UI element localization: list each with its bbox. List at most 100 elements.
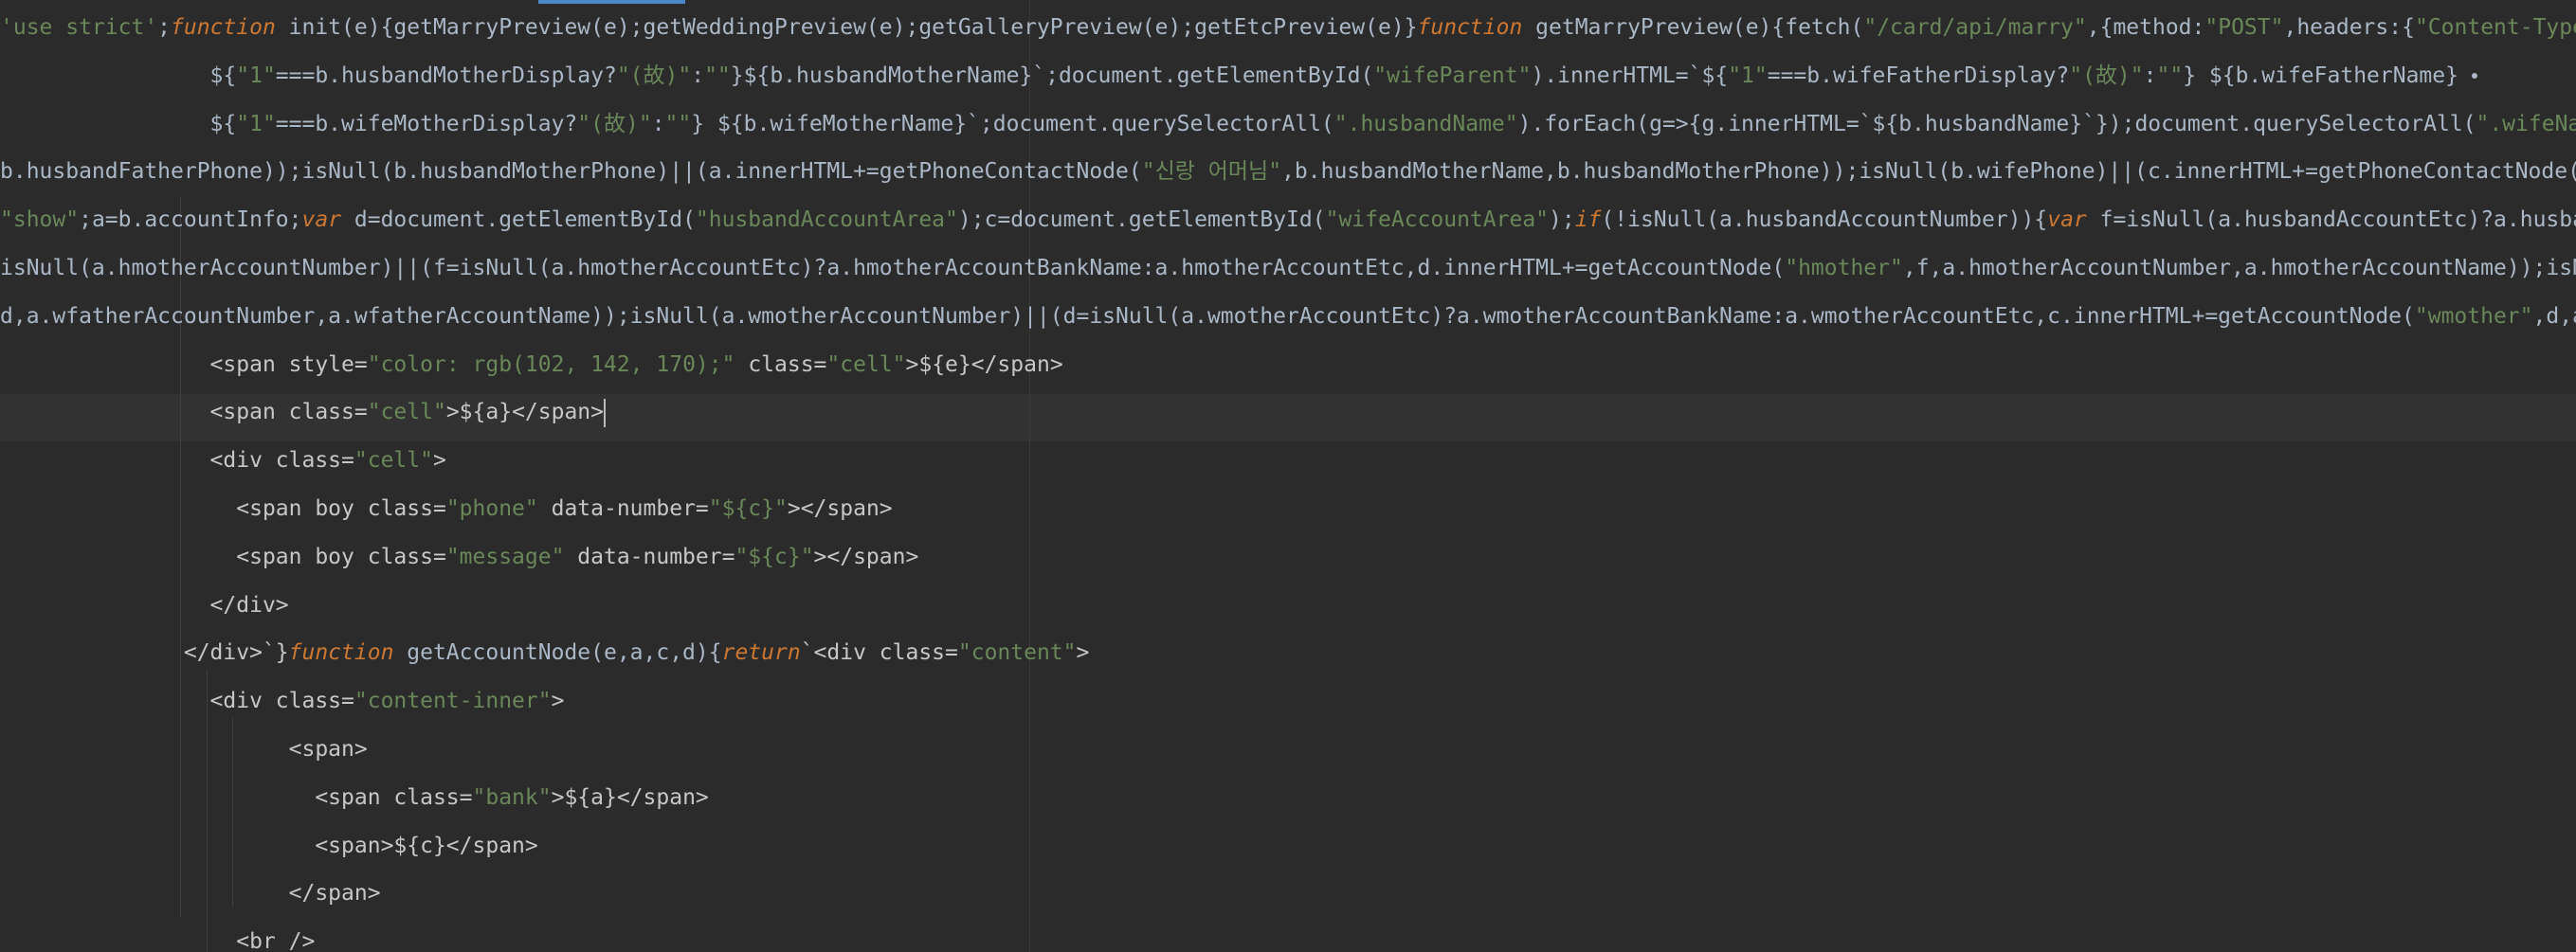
code-line[interactable]: </div>`}function getAccountNode(e,a,c,d)… <box>0 629 1090 676</box>
code-token: "wmother" <box>2414 303 2533 329</box>
code-token: `<div class= <box>800 640 958 666</box>
code-token: f=isNull(a.husbandAccountEtc)?a.husbandA <box>2086 207 2576 233</box>
code-token: ).innerHTML=`${ <box>1531 63 1729 88</box>
code-token: ".wifeName" <box>2476 111 2576 136</box>
code-token: >${a}</span> <box>551 784 709 810</box>
code-line[interactable]: </span> <box>0 870 381 917</box>
code-line[interactable]: <span class="bank">${a}</span> <box>0 774 709 821</box>
code-token: var <box>301 207 342 233</box>
code-token: } ${b.wifeMotherName}`;document.querySel… <box>691 111 1334 136</box>
code-token: init(e){getMarryPreview(e);getWeddingPre… <box>275 15 1418 40</box>
code-line[interactable]: d,a.wfatherAccountNumber,a.wfatherAccoun… <box>0 293 2576 340</box>
code-token: > <box>432 448 446 474</box>
code-token: <span> <box>0 737 368 762</box>
code-line[interactable]: <span style="color: rgb(102, 142, 170);"… <box>0 341 1063 388</box>
code-token: <span class= <box>0 784 473 810</box>
code-line[interactable]: ${"1"===b.wifeMotherDisplay?"(故)":""} ${… <box>0 100 2576 148</box>
code-line[interactable]: <span boy class="message" data-number="$… <box>0 533 918 581</box>
code-token: "" <box>704 63 731 88</box>
code-token: "show" <box>0 207 80 233</box>
code-token: "phone" <box>445 496 538 521</box>
code-token: function <box>171 15 276 40</box>
code-token: ; <box>157 15 172 40</box>
code-token: "color: rgb(102, 142, 170);" <box>367 351 735 377</box>
code-token: "content-inner" <box>354 689 552 714</box>
code-token: ${ <box>0 63 237 88</box>
code-token: 'use strict' <box>0 15 158 40</box>
code-line[interactable]: <span boy class="phone" data-number="${c… <box>0 485 893 532</box>
code-token: "wifeAccountArea" <box>1325 207 1550 233</box>
code-token: } ${b.wifeFatherName} <box>2183 63 2472 88</box>
code-token: <div class= <box>0 689 354 714</box>
code-token: function <box>1417 15 1523 40</box>
code-token: isNull(a.hmotherAccountNumber)||(f=isNul… <box>0 256 1786 280</box>
code-token: ).forEach(g=>{g.innerHTML=`${b.husbandNa… <box>1517 111 2476 136</box>
code-token: }${b.husbandMotherName}`;document.getEle… <box>730 63 1374 88</box>
code-token: </div> <box>0 592 289 618</box>
code-editor[interactable]: 'use strict';function init(e){getMarryPr… <box>0 0 2576 952</box>
code-token: data-number= <box>537 496 709 521</box>
code-token: "(故)" <box>2069 63 2144 88</box>
code-token: "/card/api/marry" <box>1863 15 2087 40</box>
code-line[interactable]: <span> <box>0 726 368 773</box>
code-token: "(故)" <box>616 63 692 88</box>
code-token: if <box>1574 207 1602 233</box>
code-token: "husbandAccountArea" <box>695 207 958 233</box>
code-token: "POST" <box>2204 15 2284 40</box>
code-token: getAccountNode(e,a,c,d){ <box>393 640 722 666</box>
code-token: "1" <box>1728 63 1768 88</box>
code-token: (!isNull(a.husbandAccountNumber)){ <box>1601 207 2048 233</box>
code-line[interactable]: "show";a=b.accountInfo;var d=document.ge… <box>0 196 2576 243</box>
code-token: >${e}</span> <box>905 351 1063 377</box>
code-line[interactable]: isNull(a.hmotherAccountNumber)||(f=isNul… <box>0 244 2576 292</box>
code-token: <span style= <box>0 351 368 377</box>
code-token: "1" <box>236 111 276 136</box>
code-token: "" <box>2156 63 2184 88</box>
code-token: ${ <box>0 111 237 136</box>
code-token: > <box>551 689 565 714</box>
code-line[interactable]: b.husbandFatherPhone));isNull(b.husbandM… <box>0 148 2576 195</box>
code-token: <div class= <box>0 448 354 474</box>
code-token: ".husbandName" <box>1333 111 1518 136</box>
code-token: d,a.wfatherAccountNumber,a.wfatherAccoun… <box>0 303 2415 329</box>
code-line[interactable]: <div class="cell"> <box>0 437 446 484</box>
code-token: ,d,a.wm <box>2532 303 2576 329</box>
code-line[interactable]: <span>${c}</span> <box>0 822 538 870</box>
code-token: ,{method: <box>2086 15 2205 40</box>
code-line[interactable]: </div> <box>0 582 289 629</box>
code-token: "${c}" <box>735 544 814 569</box>
code-token: ;a=b.accountInfo; <box>79 207 302 233</box>
code-token: ,headers:{ <box>2283 15 2415 40</box>
code-token: "신랑 어머님" <box>1141 159 1282 185</box>
code-token: <span>${c}</span> <box>0 833 538 858</box>
code-token: ></span> <box>787 496 893 521</box>
code-token: ); <box>1549 207 1575 233</box>
code-line[interactable]: <span class="cell">${a}</span> <box>0 388 606 436</box>
code-token: "cell" <box>367 400 446 425</box>
code-token: return <box>721 640 801 666</box>
code-token: data-number= <box>564 544 735 569</box>
code-token: > <box>1076 640 1090 666</box>
code-token: d=document.getElementById( <box>341 207 696 233</box>
code-token: "cell" <box>354 448 433 474</box>
code-token: ===b.wifeFatherDisplay? <box>1767 63 2070 88</box>
code-token: );c=document.getElementById( <box>957 207 1326 233</box>
code-token: </div>`} <box>0 640 289 666</box>
code-token: </span> <box>0 881 381 907</box>
code-line[interactable]: <br /> <box>0 918 315 952</box>
code-token: : <box>2143 63 2157 88</box>
code-line[interactable]: 'use strict';function init(e){getMarryPr… <box>0 4 2576 51</box>
code-token: ,f,a.hmotherAccountNumber,a.hmotherAccou… <box>1902 256 2576 280</box>
code-line[interactable]: <div class="content-inner"> <box>0 677 565 725</box>
code-token: <span boy class= <box>0 544 446 569</box>
code-token: <br /> <box>0 929 316 952</box>
code-token: "hmother" <box>1785 256 1903 280</box>
code-token: >${a}</span> <box>445 400 604 425</box>
code-line[interactable]: ${"1"===b.husbandMotherDisplay?"(故)":""}… <box>0 52 2477 99</box>
code-token: "" <box>664 111 692 136</box>
code-token: "${c}" <box>708 496 788 521</box>
code-token: "1" <box>236 63 276 88</box>
code-token: <span boy class= <box>0 496 446 521</box>
code-token: "content" <box>957 640 1077 666</box>
code-token: class= <box>735 351 827 377</box>
